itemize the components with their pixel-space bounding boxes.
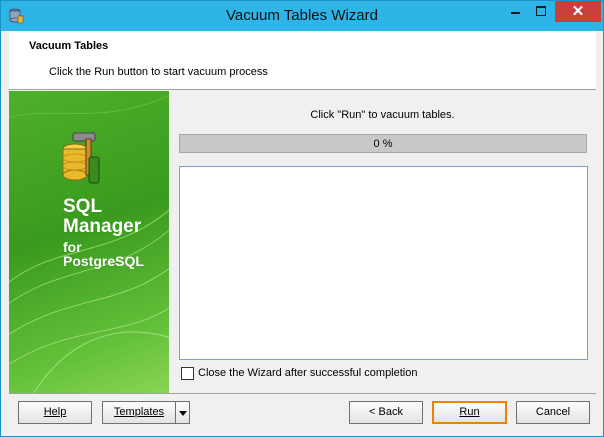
product-banner: SQL Manager for PostgreSQL	[9, 91, 169, 393]
log-output[interactable]	[179, 166, 588, 360]
wizard-window: Vacuum Tables Wizard ✕ Vacuum Tables Cli…	[0, 0, 604, 437]
title-bar[interactable]: Vacuum Tables Wizard ✕	[1, 1, 603, 31]
wizard-content: Click "Run" to vacuum tables. 0 % Close …	[169, 91, 596, 393]
maximize-icon	[536, 6, 546, 16]
dropdown-arrow-icon	[179, 411, 187, 416]
page-title: Vacuum Tables	[29, 40, 109, 52]
product-name-line1: SQL	[63, 196, 103, 217]
progress-bar: 0 %	[179, 134, 587, 153]
product-name-line4: PostgreSQL	[63, 253, 144, 269]
close-wizard-label[interactable]: Close the Wizard after successful comple…	[198, 367, 417, 379]
maximize-button[interactable]	[528, 1, 555, 22]
help-button[interactable]: Help	[18, 401, 92, 424]
database-hammer-icon	[62, 132, 100, 184]
cancel-button[interactable]: Cancel	[516, 401, 590, 424]
product-name: SQL Manager for PostgreSQL	[63, 197, 144, 268]
cancel-button-label: Cancel	[535, 406, 571, 418]
button-bar: Help Templates < Back Run Cancel	[9, 393, 596, 432]
close-button[interactable]: ✕	[555, 1, 601, 22]
templates-button[interactable]: Templates	[102, 401, 176, 424]
minimize-button[interactable]	[503, 1, 528, 22]
back-button-label: < Back	[369, 406, 403, 418]
back-button[interactable]: < Back	[349, 401, 423, 424]
minimize-icon	[511, 12, 520, 14]
close-wizard-checkbox[interactable]	[181, 367, 194, 380]
help-button-label: Help	[43, 406, 67, 418]
progress-text: 0 %	[373, 138, 393, 150]
close-icon: ✕	[571, 3, 585, 20]
status-message: Click "Run" to vacuum tables.	[310, 109, 455, 121]
wizard-header: Vacuum Tables Click the Run button to st…	[9, 31, 596, 90]
product-name-line2: Manager	[63, 216, 142, 237]
run-button-label: Run	[459, 406, 480, 418]
run-button[interactable]: Run	[432, 401, 507, 424]
product-name-line3: for	[63, 239, 82, 255]
page-subtitle: Click the Run button to start vacuum pro…	[49, 66, 268, 78]
templates-dropdown-button[interactable]	[176, 401, 190, 424]
templates-button-label: Templates	[113, 406, 165, 418]
